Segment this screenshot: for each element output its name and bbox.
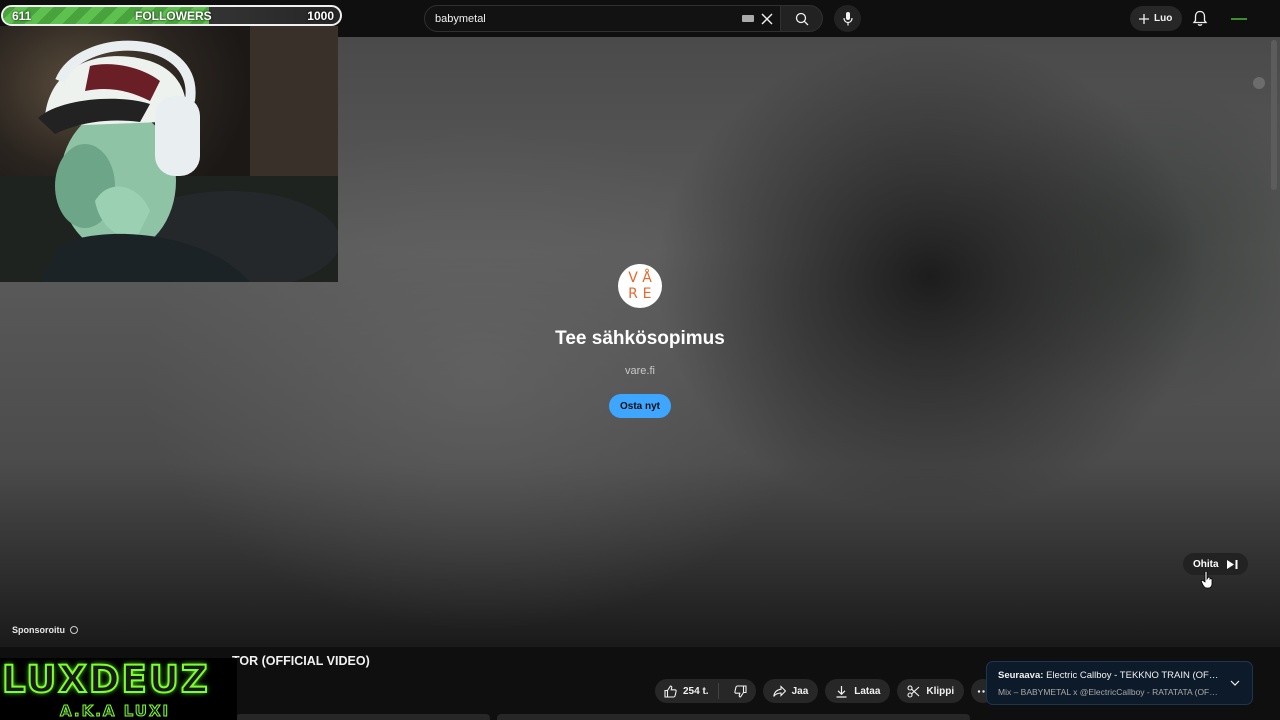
ad-domain[interactable]: vare.fi <box>625 365 655 377</box>
plus-icon <box>1139 13 1149 24</box>
ad-title[interactable]: Tee sähkösopimus <box>555 328 725 350</box>
up-next-card[interactable]: Seuraava: Electric Callboy - TEKKNO TRAI… <box>986 661 1253 705</box>
webcam-image <box>0 26 338 282</box>
streamer-logo-aka: A.K.A LUXI <box>59 702 171 720</box>
search-input[interactable] <box>435 12 742 25</box>
followers-goal: 1000 <box>307 9 334 23</box>
description-box-edge <box>236 714 490 720</box>
advertiser-logo-letter: E <box>642 285 652 302</box>
search-button[interactable] <box>781 5 823 32</box>
advertiser-logo-letter: Å <box>642 269 652 286</box>
share-button[interactable]: Jaa <box>762 679 819 703</box>
keyboard-icon[interactable] <box>742 15 754 22</box>
up-next-prefix: Seuraava: <box>998 670 1044 681</box>
create-button-label: Luo <box>1154 13 1173 24</box>
thumbs-up-icon <box>664 684 677 698</box>
advertiser-logo[interactable]: V Å R E <box>618 264 662 308</box>
screen: V Å R E Tee sähkösopimus vare.fi Osta ny… <box>0 0 1280 720</box>
notifications-bell-icon[interactable] <box>1192 10 1208 27</box>
scissors-icon <box>907 684 920 698</box>
share-label: Jaa <box>791 685 809 697</box>
clear-search-icon[interactable] <box>760 12 774 26</box>
voice-search-button[interactable] <box>834 5 861 32</box>
microphone-icon <box>842 11 853 25</box>
mouse-cursor-icon <box>1201 571 1213 589</box>
chevron-down-icon[interactable] <box>1230 679 1240 687</box>
create-button[interactable]: Luo <box>1130 6 1183 31</box>
video-actions: 254 t. Jaa Lataa Klippi <box>655 679 996 703</box>
followers-current: 611 <box>12 9 32 23</box>
up-next-subtitle: Mix – BABYMETAL x @ElectricCallboy - RAT… <box>998 687 1222 697</box>
up-next-title: Electric Callboy - TEKKNO TRAIN (OFFICI.… <box>1046 670 1222 681</box>
avatar-mark <box>1231 18 1247 20</box>
page-scrollbar[interactable] <box>1271 40 1277 190</box>
like-count: 254 t. <box>683 685 709 697</box>
skip-ad-label: Ohita <box>1193 558 1219 570</box>
skip-next-icon <box>1226 559 1238 569</box>
search-icon <box>795 12 808 25</box>
skip-ad-button[interactable]: Ohita <box>1183 553 1248 575</box>
video-title: TOR (OFFICIAL VIDEO) <box>232 654 370 668</box>
sponsored-label: Sponsoroitu <box>12 625 78 635</box>
search-box <box>424 5 781 32</box>
like-dislike-group: 254 t. <box>655 679 756 703</box>
streamer-webcam: 11 <box>0 26 338 282</box>
clip-label: Klippi <box>926 685 955 697</box>
streamer-logo: LUXDEUZ A.K.A LUXI <box>0 657 237 720</box>
followers-goal-bar: 611 FOLLOWERS 1000 <box>1 5 342 26</box>
advertiser-logo-letter: R <box>628 285 638 302</box>
ad-cta-button[interactable]: Osta nyt <box>608 394 671 418</box>
share-icon <box>772 684 786 697</box>
download-button[interactable]: Lataa <box>825 679 891 703</box>
thumbs-down-icon <box>733 684 747 698</box>
ad-overlay: V Å R E Tee sähkösopimus vare.fi Osta ny… <box>0 264 1280 418</box>
account-avatar[interactable] <box>1228 8 1250 30</box>
followers-label: FOLLOWERS <box>135 9 212 23</box>
dislike-button[interactable] <box>725 684 756 698</box>
info-icon[interactable] <box>70 626 78 634</box>
ad-progress-icon <box>1253 77 1265 89</box>
sponsored-text: Sponsoroitu <box>12 625 65 635</box>
download-icon <box>836 685 847 698</box>
like-button[interactable]: 254 t. <box>655 683 719 699</box>
clip-button[interactable]: Klippi <box>897 679 965 703</box>
up-next-title-line: Seuraava: Electric Callboy - TEKKNO TRAI… <box>998 670 1222 681</box>
advertiser-logo-letter: V <box>628 269 638 286</box>
comments-box-edge <box>497 714 970 720</box>
streamer-logo-name: LUXDEUZ <box>1 657 210 702</box>
download-label: Lataa <box>854 685 881 697</box>
